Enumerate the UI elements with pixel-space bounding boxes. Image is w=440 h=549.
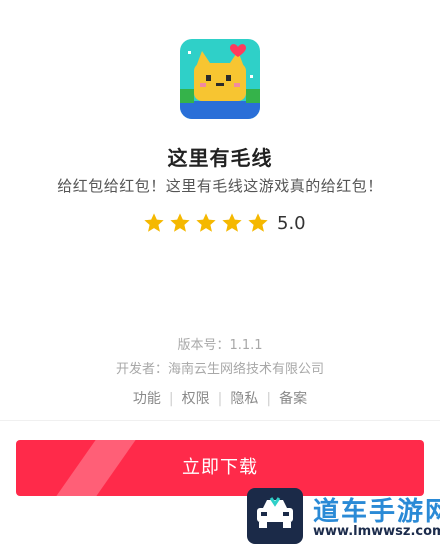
link-privacy[interactable]: 隐私 [230, 391, 258, 407]
button-shine [56, 440, 136, 496]
developer-info: 开发者：海南云生网络技术有限公司 [115, 362, 324, 377]
pixel-cat-icon [180, 39, 260, 119]
info-links: 功能 | 权限 | 隐私 | 备案 [0, 388, 440, 408]
watermark-title: 道车手游网 [313, 497, 440, 527]
version-info: 版本号：1.1.1 [177, 338, 263, 353]
star-icon [248, 213, 268, 232]
download-button-label: 立即下载 [182, 457, 258, 478]
link-filing[interactable]: 备案 [279, 391, 307, 407]
divider [0, 420, 440, 421]
separator: | [266, 391, 272, 407]
app-title: 这里有毛线 [167, 146, 273, 170]
app-icon [180, 39, 260, 119]
link-features[interactable]: 功能 [133, 391, 161, 407]
star-icon [196, 213, 216, 232]
separator: | [168, 391, 174, 407]
rating-value: 5.0 [277, 212, 306, 234]
star-icon [144, 213, 164, 232]
watermark: 道车手游网 www.lmwwsz.com [247, 488, 440, 549]
link-permissions[interactable]: 权限 [182, 391, 210, 407]
watermark-url: www.lmwwsz.com [313, 524, 440, 539]
star-icon [222, 213, 242, 232]
app-tagline: 给红包给红包！这里有毛线这游戏真的给红包！ [57, 177, 383, 195]
star-icon [170, 213, 190, 232]
car-logo-icon [247, 488, 303, 544]
separator: | [217, 391, 223, 407]
rating: 5.0 [143, 210, 306, 236]
